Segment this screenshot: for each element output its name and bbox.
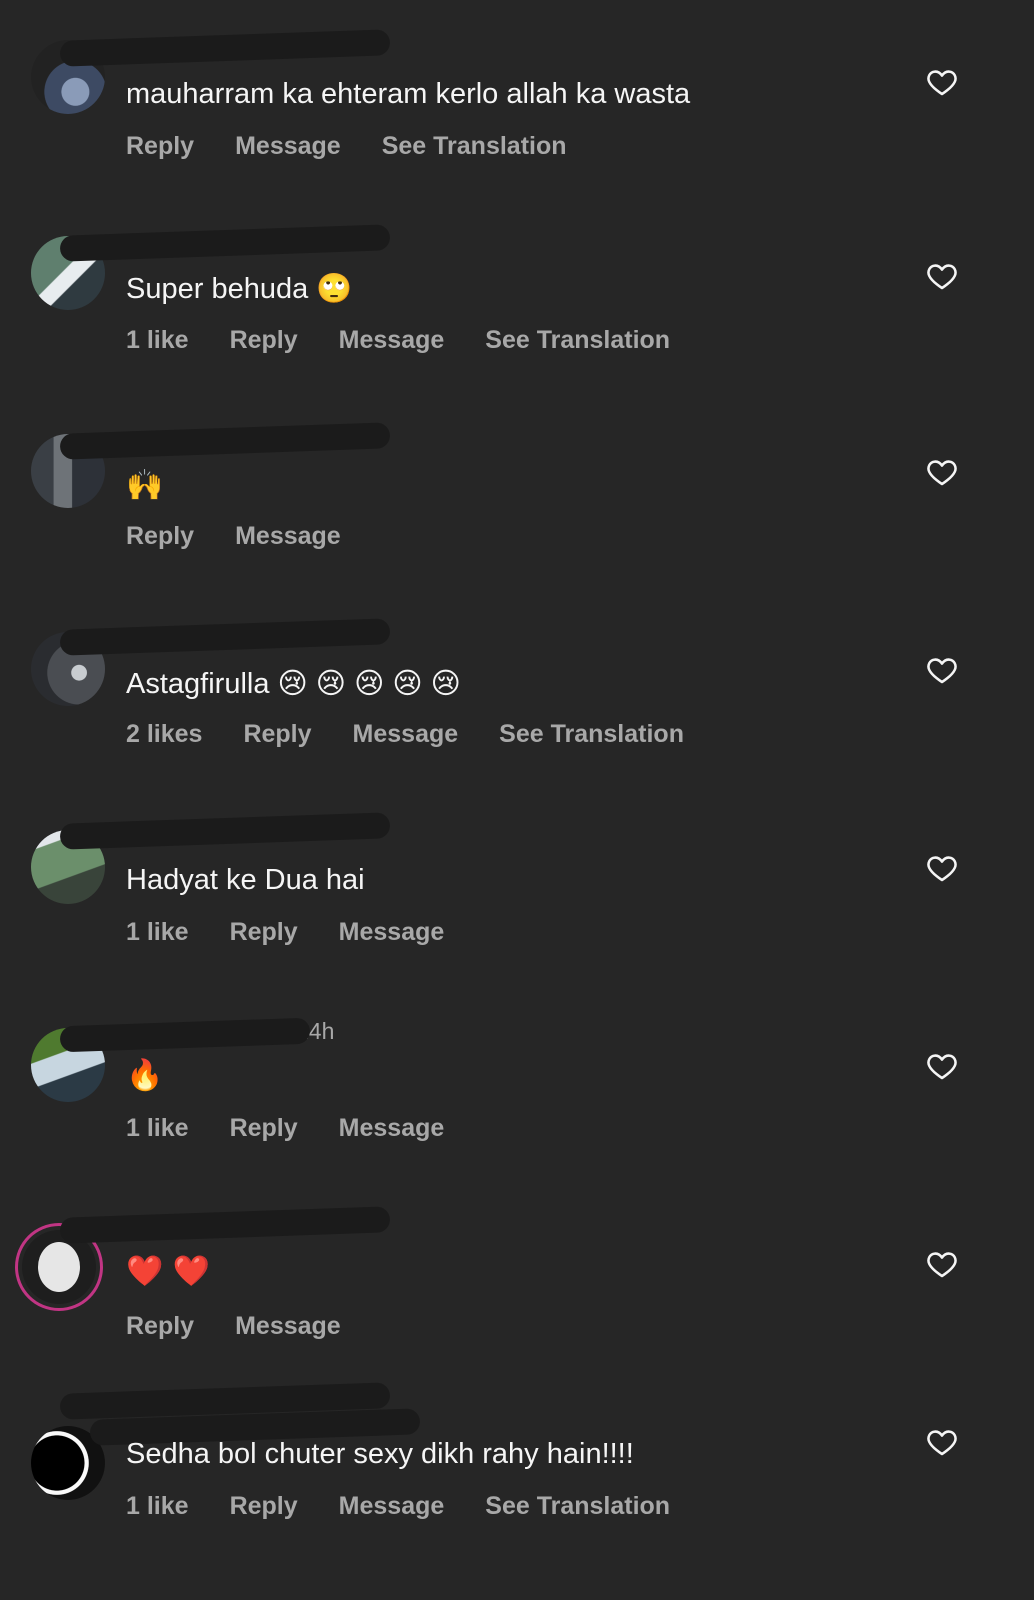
likes-count[interactable]: 1 like	[126, 1114, 189, 1143]
comment-actions: Reply Message See Translation	[126, 132, 608, 161]
comment-actions: Reply Message	[126, 522, 382, 551]
reply-button[interactable]: Reply	[230, 1492, 298, 1521]
heart-outline-icon[interactable]	[926, 654, 958, 686]
comment-item: ❤️ ❤️ Reply Message	[0, 1188, 1034, 1386]
reply-button[interactable]: Reply	[230, 918, 298, 947]
comment-actions: 2 likes Reply Message See Translation	[126, 720, 725, 749]
comment-text: ❤️ ❤️	[126, 1254, 211, 1289]
message-button[interactable]: Message	[235, 522, 341, 551]
comment-text: 🙌	[126, 468, 164, 503]
comment-actions: 1 like Reply Message See Translation	[126, 326, 711, 355]
heart-outline-icon[interactable]	[926, 260, 958, 292]
redacted-username	[59, 224, 391, 262]
comment-text: Super behuda 🙄	[126, 273, 353, 305]
redacted-username	[59, 1206, 391, 1244]
likes-count[interactable]: 2 likes	[126, 720, 202, 749]
comment-item: 14h 🔥 1 like Reply Message	[0, 990, 1034, 1188]
redacted-username	[59, 29, 391, 67]
comment-text: mauharram ka ehteram kerlo allah ka wast…	[126, 78, 691, 110]
heart-outline-icon[interactable]	[926, 66, 958, 98]
heart-outline-icon[interactable]	[926, 1426, 958, 1458]
reply-button[interactable]: Reply	[230, 326, 298, 355]
heart-outline-icon[interactable]	[926, 1248, 958, 1280]
comment-item: Astagfirulla 😢 😢 😢 😢 😢 2 likes Reply Mes…	[0, 594, 1034, 792]
comment-item: Hadyat ke Dua hai 1 like Reply Message	[0, 792, 1034, 990]
reply-button[interactable]: Reply	[126, 522, 194, 551]
comment-actions: 1 like Reply Message See Translation	[126, 1492, 711, 1521]
message-button[interactable]: Message	[339, 1114, 445, 1143]
comment-item: 🙌 Reply Message	[0, 396, 1034, 594]
message-button[interactable]: Message	[235, 1312, 341, 1341]
comment-item: Sedha bol chuter sexy dikh rahy hain!!!!…	[0, 1382, 1034, 1584]
see-translation-button[interactable]: See Translation	[382, 132, 567, 161]
comment-text: 🔥	[126, 1058, 164, 1093]
comment-item: mauharram ka ehteram kerlo allah ka wast…	[0, 0, 1034, 198]
see-translation-button[interactable]: See Translation	[499, 720, 684, 749]
heart-outline-icon[interactable]	[926, 852, 958, 884]
message-button[interactable]: Message	[339, 326, 445, 355]
heart-outline-icon[interactable]	[926, 1050, 958, 1082]
comment-item: Super behuda 🙄 1 like Reply Message See …	[0, 198, 1034, 396]
likes-count[interactable]: 1 like	[126, 326, 189, 355]
comment-text: Astagfirulla 😢 😢 😢 😢 😢	[126, 668, 461, 700]
message-button[interactable]: Message	[235, 132, 341, 161]
comments-list: mauharram ka ehteram kerlo allah ka wast…	[0, 0, 1034, 1600]
comment-text: Sedha bol chuter sexy dikh rahy hain!!!!	[126, 1438, 634, 1470]
message-button[interactable]: Message	[339, 918, 445, 947]
redacted-username	[59, 422, 391, 460]
redacted-username	[59, 812, 391, 850]
reply-button[interactable]: Reply	[126, 1312, 194, 1341]
redacted-username	[59, 618, 391, 656]
redacted-username	[59, 1017, 311, 1053]
comment-actions: 1 like Reply Message	[126, 918, 485, 947]
comment-text: Hadyat ke Dua hai	[126, 864, 365, 896]
message-button[interactable]: Message	[339, 1492, 445, 1521]
heart-outline-icon[interactable]	[926, 456, 958, 488]
comment-actions: 1 like Reply Message	[126, 1114, 485, 1143]
likes-count[interactable]: 1 like	[126, 918, 189, 947]
comment-actions: Reply Message	[126, 1312, 382, 1341]
reply-button[interactable]: Reply	[126, 132, 194, 161]
reply-button[interactable]: Reply	[230, 1114, 298, 1143]
reply-button[interactable]: Reply	[243, 720, 311, 749]
likes-count[interactable]: 1 like	[126, 1492, 189, 1521]
see-translation-button[interactable]: See Translation	[485, 1492, 670, 1521]
message-button[interactable]: Message	[353, 720, 459, 749]
see-translation-button[interactable]: See Translation	[485, 326, 670, 355]
